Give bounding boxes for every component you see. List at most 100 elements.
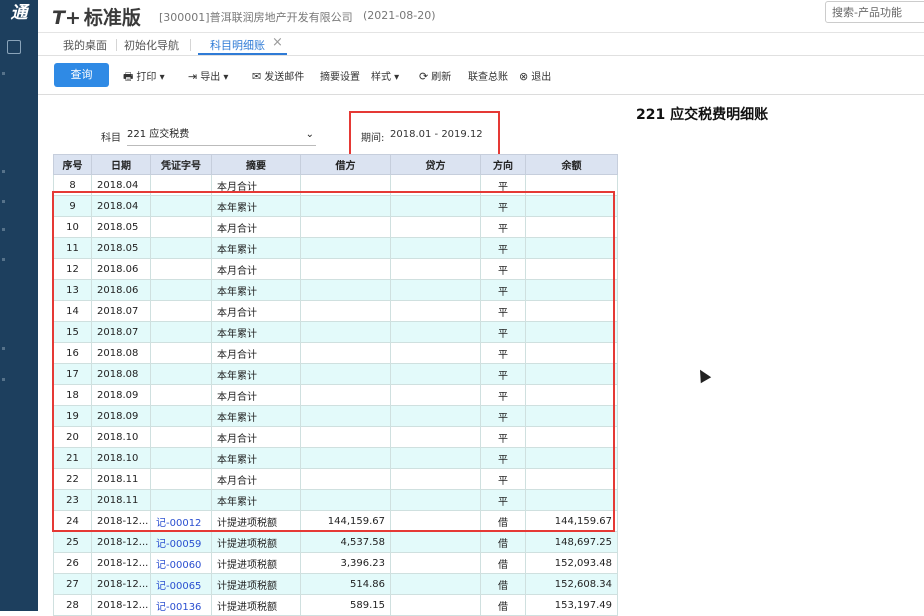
cell-balance xyxy=(525,300,618,322)
cell-seq: 9 xyxy=(53,195,92,217)
col-header-credit[interactable]: 贷方 xyxy=(390,154,481,175)
voucher-link[interactable]: 记-00012 xyxy=(150,510,212,532)
linked-ledger-button[interactable]: 联查总账 xyxy=(468,68,508,83)
cell-voucher xyxy=(150,258,212,280)
cell-balance: 148,697.25 xyxy=(525,531,618,553)
cell-seq: 13 xyxy=(53,279,92,301)
table-row[interactable]: 27 2018-12... 记-00065 计提进项税额 514.86 借 152,608.… xyxy=(53,573,618,595)
cell-direction: 借 xyxy=(480,552,526,574)
subject-select[interactable]: 221 应交税费 ⌄ xyxy=(127,126,316,146)
chevron-down-icon: ⌄ xyxy=(305,129,314,140)
period-highlight-box xyxy=(349,111,500,156)
cell-direction: 平 xyxy=(480,426,526,448)
cell-seq: 22 xyxy=(53,468,92,490)
cell-credit xyxy=(390,300,481,322)
tab-divider xyxy=(190,39,191,51)
app-logo[interactable]: 通 xyxy=(3,0,35,26)
cell-credit xyxy=(390,531,481,553)
login-date: (2021-08-20) xyxy=(363,9,436,22)
cell-debit xyxy=(300,384,391,406)
menu-icon[interactable] xyxy=(7,40,21,54)
print-button[interactable]: 🖶 打印 ▾ xyxy=(123,68,165,87)
cell-debit xyxy=(300,468,391,490)
table-row[interactable]: 22 2018.11 本月合计 平 xyxy=(53,468,618,490)
table-row[interactable]: 24 2018-12... 记-00012 计提进项税额 144,159.67 借 144,… xyxy=(53,510,618,532)
table-row[interactable]: 26 2018-12... 记-00060 计提进项税额 3,396.23 借 152,09… xyxy=(53,552,618,574)
cell-summary: 本年累计 xyxy=(211,195,301,217)
col-header-balance[interactable]: 余额 xyxy=(525,154,618,175)
table-row[interactable]: 20 2018.10 本月合计 平 xyxy=(53,426,618,448)
exit-button[interactable]: ⊗ 退出 xyxy=(519,68,551,83)
cell-debit xyxy=(300,174,391,196)
cell-summary: 本年累计 xyxy=(211,321,301,343)
query-button[interactable]: 查询 xyxy=(54,63,109,87)
search-input[interactable]: 搜索-产品功能 xyxy=(825,1,924,23)
voucher-link[interactable]: 记-00136 xyxy=(150,594,212,616)
refresh-button[interactable]: ⟳ 刷新 xyxy=(419,68,451,83)
col-header-seq[interactable]: 序号 xyxy=(53,154,92,175)
cell-debit xyxy=(300,426,391,448)
cell-balance xyxy=(525,384,618,406)
table-row[interactable]: 18 2018.09 本月合计 平 xyxy=(53,384,618,406)
table-row[interactable]: 11 2018.05 本年累计 平 xyxy=(53,237,618,259)
table-row[interactable]: 19 2018.09 本年累计 平 xyxy=(53,405,618,427)
voucher-link[interactable]: 记-00060 xyxy=(150,552,212,574)
col-header-debit[interactable]: 借方 xyxy=(300,154,391,175)
cell-balance xyxy=(525,279,618,301)
cell-date: 2018.10 xyxy=(91,426,151,448)
cell-direction: 平 xyxy=(480,363,526,385)
table-row[interactable]: 23 2018.11 本年累计 平 xyxy=(53,489,618,511)
table-row[interactable]: 15 2018.07 本年累计 平 xyxy=(53,321,618,343)
col-header-voucher[interactable]: 凭证字号 xyxy=(150,154,212,175)
summary-settings-button[interactable]: 摘要设置 xyxy=(320,68,360,83)
col-header-direction[interactable]: 方向 xyxy=(480,154,526,175)
close-icon[interactable]: × xyxy=(272,35,283,50)
table-row[interactable]: 14 2018.07 本月合计 平 xyxy=(53,300,618,322)
cell-voucher xyxy=(150,195,212,217)
cell-direction: 平 xyxy=(480,468,526,490)
table-row[interactable]: 21 2018.10 本年累计 平 xyxy=(53,447,618,469)
rail-marker xyxy=(2,170,5,173)
send-mail-button[interactable]: ✉ 发送邮件 xyxy=(252,68,304,83)
cell-seq: 11 xyxy=(53,237,92,259)
cell-seq: 15 xyxy=(53,321,92,343)
table-row[interactable]: 12 2018.06 本月合计 平 xyxy=(53,258,618,280)
voucher-link[interactable]: 记-00065 xyxy=(150,573,212,595)
export-icon: ⇥ xyxy=(188,70,198,83)
voucher-link[interactable]: 记-00059 xyxy=(150,531,212,553)
cell-seq: 19 xyxy=(53,405,92,427)
cell-balance xyxy=(525,237,618,259)
cell-date: 2018.10 xyxy=(91,447,151,469)
col-header-date[interactable]: 日期 xyxy=(91,154,151,175)
tab-init-guide[interactable]: 初始化导航 xyxy=(124,37,179,53)
table-row[interactable]: 9 2018.04 本年累计 平 xyxy=(53,195,618,217)
table-row[interactable]: 10 2018.05 本月合计 平 xyxy=(53,216,618,238)
table-row[interactable]: 13 2018.06 本年累计 平 xyxy=(53,279,618,301)
cell-credit xyxy=(390,468,481,490)
cell-date: 2018.08 xyxy=(91,363,151,385)
table-row[interactable]: 25 2018-12... 记-00059 计提进项税额 4,537.58 借 148,69… xyxy=(53,531,618,553)
table-row[interactable]: 28 2018-12... 记-00136 计提进项税额 589.15 借 153,197.… xyxy=(53,594,618,616)
mail-icon: ✉ xyxy=(252,70,262,83)
company-name: [300001]普洱联润房地产开发有限公司 xyxy=(159,11,353,24)
cell-seq: 23 xyxy=(53,489,92,511)
cell-date: 2018.11 xyxy=(91,468,151,490)
cell-summary: 本月合计 xyxy=(211,468,301,490)
cell-date: 2018.07 xyxy=(91,300,151,322)
table-row[interactable]: 17 2018.08 本年累计 平 xyxy=(53,363,618,385)
col-header-summary[interactable]: 摘要 xyxy=(211,154,301,175)
cell-direction: 平 xyxy=(480,405,526,427)
cell-debit: 589.15 xyxy=(300,594,391,616)
cell-direction: 平 xyxy=(480,279,526,301)
table-row[interactable]: 8 2018.04 本月合计 平 xyxy=(53,174,618,196)
cell-date: 2018.09 xyxy=(91,384,151,406)
cell-credit xyxy=(390,342,481,364)
rail-marker xyxy=(2,378,5,381)
cell-balance xyxy=(525,174,618,196)
export-button[interactable]: ⇥ 导出 ▾ xyxy=(188,68,228,83)
style-button[interactable]: 样式 ▾ xyxy=(371,68,399,83)
tab-account-detail[interactable]: 科目明细账 xyxy=(210,37,265,53)
tab-desktop[interactable]: 我的桌面 xyxy=(63,37,107,53)
table-row[interactable]: 16 2018.08 本月合计 平 xyxy=(53,342,618,364)
cell-voucher xyxy=(150,426,212,448)
